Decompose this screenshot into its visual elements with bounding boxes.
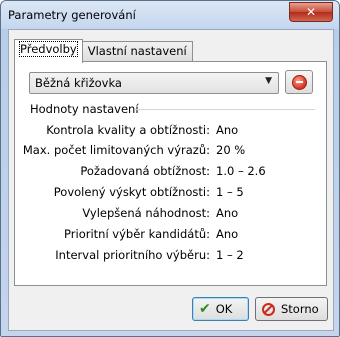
tab-custom-settings-label: Vlastní nastavení	[87, 44, 187, 58]
checkmark-icon: ✔	[199, 301, 211, 317]
window-title: Parametry generování	[8, 8, 136, 22]
setting-label: Interval prioritního výběru:	[55, 248, 210, 262]
tab-custom-settings[interactable]: Vlastní nastavení	[81, 41, 193, 62]
close-button[interactable]: ✕	[289, 2, 333, 22]
dialog-client-area: Předvolby Vlastní nastavení Běžná křižov…	[8, 29, 334, 331]
cancel-button-label: Storno	[281, 302, 319, 316]
setting-label: Max. počet limitovaných výrazů:	[22, 143, 210, 157]
settings-row: Max. počet limitovaných výrazů: 20 %	[15, 143, 326, 163]
chevron-down-icon: ▼	[265, 76, 272, 86]
preset-select-value: Běžná křižovka	[35, 76, 122, 90]
setting-value: 1.0 – 2.6	[216, 164, 266, 178]
setting-value: Ano	[216, 227, 239, 241]
setting-label: Povolený výskyt obtížnosti:	[53, 185, 210, 199]
settings-row: Interval prioritního výběru: 1 – 2	[15, 248, 326, 268]
settings-row: Požadovaná obtížnost: 1.0 – 2.6	[15, 164, 326, 184]
setting-label: Prioritní výběr kandidátů:	[64, 227, 210, 241]
setting-value: Ano	[216, 123, 239, 137]
remove-preset-button[interactable]	[285, 70, 313, 94]
ok-button[interactable]: ✔ OK	[192, 297, 249, 321]
tab-presets-label: Předvolby	[19, 41, 78, 57]
setting-label: Kontrola kvality a obtížnosti:	[46, 123, 210, 137]
setting-value: 1 – 2	[216, 248, 244, 262]
title-bar[interactable]: Parametry generování ✕	[1, 1, 339, 29]
cancel-icon	[262, 302, 275, 316]
preset-select[interactable]: Běžná křižovka ▼	[29, 72, 279, 94]
settings-group-title: Hodnoty nastavení	[30, 102, 143, 116]
setting-value: 20 %	[216, 143, 246, 157]
settings-row: Prioritní výběr kandidátů: Ano	[15, 227, 326, 247]
group-divider	[135, 109, 315, 110]
settings-row: Kontrola kvality a obtížnosti: Ano	[15, 123, 326, 143]
tab-strip: Předvolby Vlastní nastavení	[14, 39, 193, 63]
ok-button-label: OK	[215, 302, 233, 316]
dialog-window: Parametry generování ✕ Předvolby Vlastní…	[0, 0, 340, 337]
tab-presets[interactable]: Předvolby	[14, 39, 83, 63]
remove-icon	[291, 74, 307, 90]
setting-label: Vylepšená náhodnost:	[82, 206, 210, 220]
settings-row: Vylepšená náhodnost: Ano	[15, 206, 326, 226]
cancel-button[interactable]: Storno	[255, 297, 328, 321]
setting-value: 1 – 5	[216, 185, 244, 199]
presets-panel: Běžná křižovka ▼ Hodnoty nastavení Kontr…	[14, 61, 327, 286]
setting-label: Požadovaná obtížnost:	[80, 164, 210, 178]
settings-row: Povolený výskyt obtížnosti: 1 – 5	[15, 185, 326, 205]
close-icon: ✕	[305, 5, 317, 19]
setting-value: Ano	[216, 206, 239, 220]
